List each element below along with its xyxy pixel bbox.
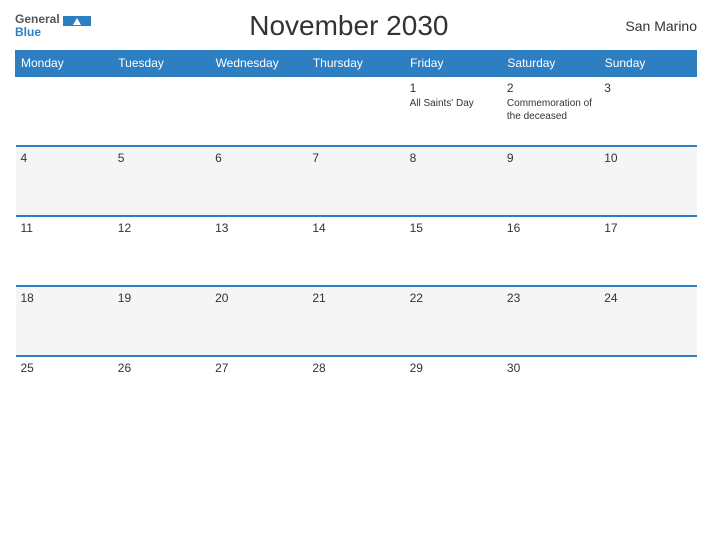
calendar-day-cell: 30 [502,356,599,426]
day-number: 2 [507,81,594,95]
calendar-header: General Blue November 2030 San Marino [15,10,697,42]
calendar-day-cell: 12 [113,216,210,286]
day-number: 27 [215,361,302,375]
calendar-day-cell: 8 [405,146,502,216]
day-number: 14 [312,221,399,235]
calendar-day-cell: 4 [16,146,113,216]
calendar-day-cell: 6 [210,146,307,216]
calendar-day-cell [210,76,307,146]
calendar-week-row: 1 All Saints' Day 2 Commemoration of the de… [16,76,697,146]
calendar-week-row: 18 19 20 21 22 23 24 [16,286,697,356]
calendar-day-cell [307,76,404,146]
day-number: 26 [118,361,205,375]
calendar-day-cell: 28 [307,356,404,426]
calendar-day-cell: 16 [502,216,599,286]
day-number: 13 [215,221,302,235]
calendar-day-cell: 22 [405,286,502,356]
calendar-day-cell: 1 All Saints' Day [405,76,502,146]
logo-flag-icon [63,16,91,36]
calendar-day-cell: 24 [599,286,696,356]
calendar-day-cell: 11 [16,216,113,286]
calendar-day-cell: 26 [113,356,210,426]
weekday-header-friday: Friday [405,51,502,77]
day-number: 15 [410,221,497,235]
day-number: 9 [507,151,594,165]
calendar-week-row: 11 12 13 14 15 16 17 [16,216,697,286]
day-number: 24 [604,291,691,305]
weekday-header-tuesday: Tuesday [113,51,210,77]
calendar-table: MondayTuesdayWednesdayThursdayFridaySatu… [15,50,697,426]
day-number: 29 [410,361,497,375]
day-number: 4 [21,151,108,165]
calendar-day-cell [599,356,696,426]
day-number: 23 [507,291,594,305]
calendar-day-cell: 18 [16,286,113,356]
day-number: 10 [604,151,691,165]
day-number: 12 [118,221,205,235]
calendar-day-cell: 21 [307,286,404,356]
weekday-header-row: MondayTuesdayWednesdayThursdayFridaySatu… [16,51,697,77]
day-number: 5 [118,151,205,165]
calendar-day-cell: 25 [16,356,113,426]
logo-blue-text: Blue [15,26,60,39]
day-number: 22 [410,291,497,305]
calendar-day-cell [113,76,210,146]
day-number: 1 [410,81,497,95]
weekday-header-saturday: Saturday [502,51,599,77]
day-number: 7 [312,151,399,165]
day-number: 8 [410,151,497,165]
calendar-day-cell: 9 [502,146,599,216]
calendar-day-cell: 13 [210,216,307,286]
calendar-title: November 2030 [91,10,607,42]
day-number: 16 [507,221,594,235]
calendar-day-cell: 20 [210,286,307,356]
day-number: 28 [312,361,399,375]
day-number: 21 [312,291,399,305]
calendar-day-cell: 10 [599,146,696,216]
day-number: 20 [215,291,302,305]
calendar-day-cell: 3 [599,76,696,146]
calendar-container: General Blue November 2030 San Marino Mo… [0,0,712,550]
calendar-day-cell: 27 [210,356,307,426]
calendar-week-row: 25 26 27 28 29 30 [16,356,697,426]
day-number: 18 [21,291,108,305]
day-number: 6 [215,151,302,165]
calendar-day-cell: 2 Commemoration of the deceased [502,76,599,146]
day-number: 3 [604,81,691,95]
logo: General Blue [15,13,91,39]
calendar-day-cell [16,76,113,146]
calendar-event: All Saints' Day [410,97,497,110]
day-number: 25 [21,361,108,375]
day-number: 11 [21,221,108,235]
calendar-day-cell: 23 [502,286,599,356]
calendar-week-row: 456789 10 [16,146,697,216]
weekday-header-monday: Monday [16,51,113,77]
weekday-header-wednesday: Wednesday [210,51,307,77]
weekday-header-thursday: Thursday [307,51,404,77]
calendar-day-cell: 14 [307,216,404,286]
calendar-day-cell: 29 [405,356,502,426]
calendar-day-cell: 7 [307,146,404,216]
day-number: 30 [507,361,594,375]
calendar-event: Commemoration of the deceased [507,97,594,123]
calendar-day-cell: 15 [405,216,502,286]
day-number: 17 [604,221,691,235]
day-number: 19 [118,291,205,305]
calendar-region: San Marino [607,18,697,34]
calendar-day-cell: 19 [113,286,210,356]
calendar-day-cell: 17 [599,216,696,286]
calendar-day-cell: 5 [113,146,210,216]
weekday-header-sunday: Sunday [599,51,696,77]
